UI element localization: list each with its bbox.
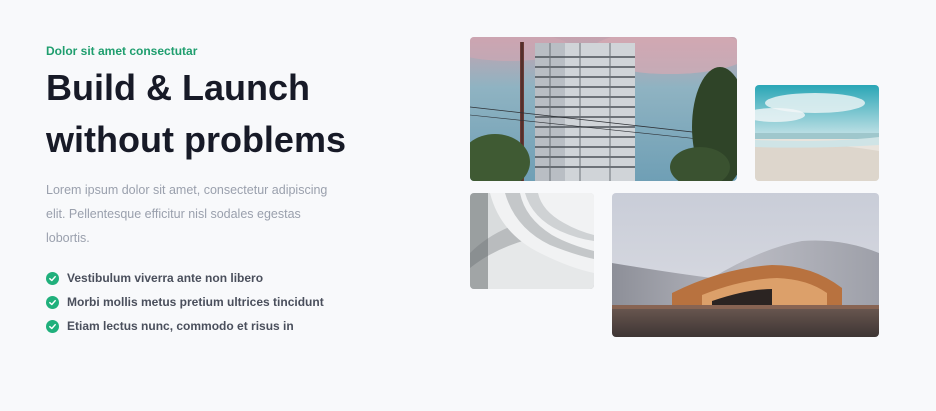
white-architecture-photo <box>470 193 594 289</box>
hero-title: Build & Launch without problems <box>46 62 426 166</box>
feature-item: Etiam lectus nunc, commodo et risus in <box>46 314 324 338</box>
feature-text: Morbi mollis metus pretium ultrices tinc… <box>67 295 324 309</box>
check-circle-icon <box>46 319 59 333</box>
wavy-roof-building-photo <box>612 193 879 337</box>
hero-title-line-1: Build & Launch <box>46 67 310 108</box>
check-circle-icon <box>46 295 59 309</box>
feature-item: Morbi mollis metus pretium ultrices tinc… <box>46 290 324 314</box>
hero-title-line-2: without problems <box>46 119 346 160</box>
feature-list: Vestibulum viverra ante non libero Morbi… <box>46 266 324 338</box>
building-under-construction-photo <box>470 37 737 181</box>
feature-item: Vestibulum viverra ante non libero <box>46 266 324 290</box>
beach-photo <box>755 85 879 181</box>
feature-text: Etiam lectus nunc, commodo et risus in <box>67 319 294 333</box>
eyebrow-label: Dolor sit amet consectutar <box>46 44 198 58</box>
feature-text: Vestibulum viverra ante non libero <box>67 271 264 285</box>
hero-description: Lorem ipsum dolor sit amet, consectetur … <box>46 183 328 245</box>
check-circle-icon <box>46 271 59 285</box>
